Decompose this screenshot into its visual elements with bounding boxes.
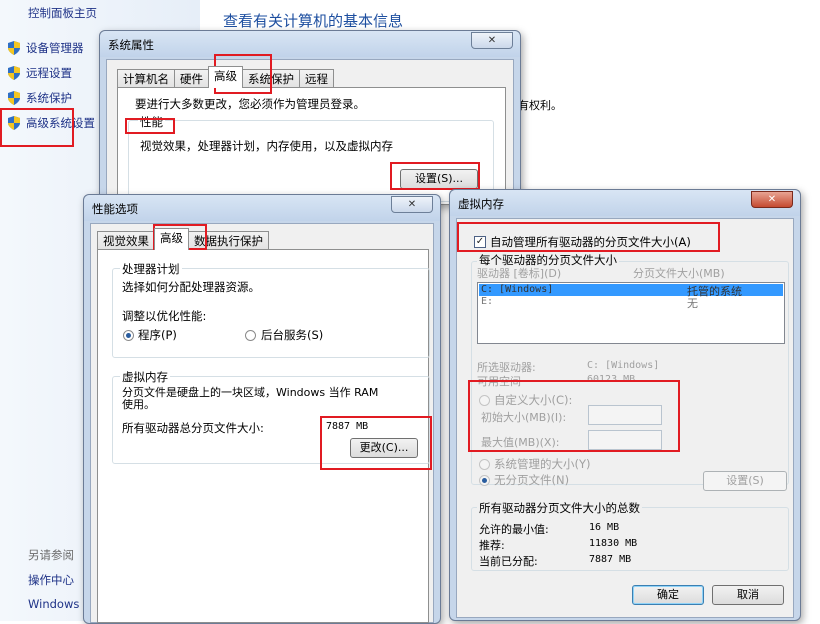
tab-advanced[interactable]: 高级 <box>154 228 189 250</box>
close-button[interactable]: ✕ <box>391 196 433 213</box>
radio-no-paging-file[interactable] <box>479 475 490 486</box>
title-bar: 系统属性 ✕ <box>100 31 520 57</box>
selected-drive-value: C: [Windows] <box>587 360 660 371</box>
close-icon: ✕ <box>407 199 417 210</box>
see-also-action-center[interactable]: 操作中心 <box>28 572 74 588</box>
close-icon: ✕ <box>487 35 497 46</box>
performance-description: 视觉效果，处理器计划，内存使用，以及虚拟内存 <box>140 139 393 153</box>
cancel-button[interactable]: 取消 <box>712 585 784 605</box>
processor-scheduling-title: 处理器计划 <box>120 261 182 277</box>
admin-note: 要进行大多数更改，您必须作为管理员登录。 <box>135 97 365 111</box>
radio-background-services-label: 后台服务(S) <box>261 328 324 342</box>
set-button[interactable]: 设置(S) <box>703 471 787 491</box>
highlight-change-button <box>320 416 432 470</box>
min-allowed-label: 允许的最小值: <box>479 523 549 536</box>
total-paging-group-title: 所有驱动器分页文件大小的总数 <box>477 500 642 516</box>
tab-computer-name[interactable]: 计算机名 <box>117 69 175 88</box>
drive-size: 无 <box>687 297 698 310</box>
performance-options-window: 性能选项 ✕ 视觉效果 高级 数据执行保护 处理器计划 选择如何分配处理器资源。… <box>83 194 441 624</box>
uac-shield-icon <box>8 66 20 80</box>
no-paging-file-label: 无分页文件(N) <box>494 473 570 487</box>
window-title: 性能选项 <box>92 202 138 216</box>
sidebar-item-label: 系统保护 <box>26 91 72 105</box>
column-drive: 驱动器 [卷标](D) <box>477 267 562 280</box>
see-also-title: 另请参阅 <box>28 548 74 562</box>
title-bar: 性能选项 ✕ <box>84 195 440 221</box>
see-also-windows[interactable]: Windows <box>28 597 79 611</box>
virtual-memory-title: 虚拟内存 <box>120 369 170 385</box>
main-text-fragment: 有权利。 <box>518 99 562 112</box>
list-item[interactable]: E: 无 <box>479 296 783 310</box>
window-title: 虚拟内存 <box>458 197 504 211</box>
close-icon: ✕ <box>767 194 777 205</box>
sidebar-item-system-protection[interactable]: 系统保护 <box>6 90 72 106</box>
radio-programs-label: 程序(P) <box>138 328 177 342</box>
list-item-selected[interactable]: C: [Windows] 托管的系统 <box>479 284 783 298</box>
drive-list[interactable]: C: [Windows] 托管的系统 E: 无 <box>477 282 785 344</box>
tab-remote[interactable]: 远程 <box>299 69 334 88</box>
ok-button[interactable]: 确定 <box>632 585 704 605</box>
sidebar-item-device-manager[interactable]: 设备管理器 <box>6 40 84 56</box>
total-paging-label: 所有驱动器总分页文件大小: <box>122 421 264 435</box>
processor-scheduling-description: 选择如何分配处理器资源。 <box>122 280 260 294</box>
uac-shield-icon <box>8 41 20 55</box>
min-allowed-value: 16 MB <box>589 522 620 533</box>
recommended-value: 11830 MB <box>589 538 638 549</box>
highlight-settings-button <box>390 162 480 190</box>
uac-shield-icon <box>8 91 20 105</box>
system-managed-label: 系统管理的大小(Y) <box>494 457 591 471</box>
close-button[interactable]: ✕ <box>471 32 513 49</box>
close-button[interactable]: ✕ <box>751 191 793 208</box>
tab-strip: 计算机名 硬件 高级 系统保护 远程 <box>117 66 334 88</box>
window-title: 系统属性 <box>108 38 154 52</box>
drive-name: C: [Windows] <box>481 284 554 295</box>
radio-programs[interactable] <box>123 330 134 341</box>
tab-strip: 视觉效果 高级 数据执行保护 <box>97 228 269 250</box>
highlight-performance-label <box>125 118 175 134</box>
allocated-value: 7887 MB <box>589 554 632 565</box>
tab-advanced[interactable]: 高级 <box>208 66 243 88</box>
sidebar-item-label: 设备管理器 <box>26 41 84 55</box>
allocated-label: 当前已分配: <box>479 555 538 568</box>
recommended-label: 推荐: <box>479 539 505 552</box>
virtual-memory-description: 分页文件是硬盘上的一块区域，Windows 当作 RAM 使用。 <box>122 386 379 411</box>
sidebar-item-remote-settings[interactable]: 远程设置 <box>6 65 72 81</box>
page-title: 查看有关计算机的基本信息 <box>223 12 404 30</box>
highlight-auto-manage <box>457 222 720 252</box>
radio-background-services[interactable] <box>245 330 256 341</box>
control-panel-home-link[interactable]: 控制面板主页 <box>28 5 97 21</box>
sidebar-item-label: 远程设置 <box>26 66 72 80</box>
drive-name: E: <box>481 296 494 307</box>
highlight-advanced-settings <box>0 108 74 147</box>
radio-system-managed[interactable] <box>479 459 490 470</box>
tab-visual-effects[interactable]: 视觉效果 <box>97 231 155 250</box>
tab-hardware[interactable]: 硬件 <box>174 69 209 88</box>
optimize-label: 调整以优化性能: <box>122 309 207 323</box>
title-bar: 虚拟内存 ✕ <box>450 190 800 216</box>
column-paging-size: 分页文件大小(MB) <box>633 267 725 280</box>
highlight-custom-size <box>468 380 680 452</box>
